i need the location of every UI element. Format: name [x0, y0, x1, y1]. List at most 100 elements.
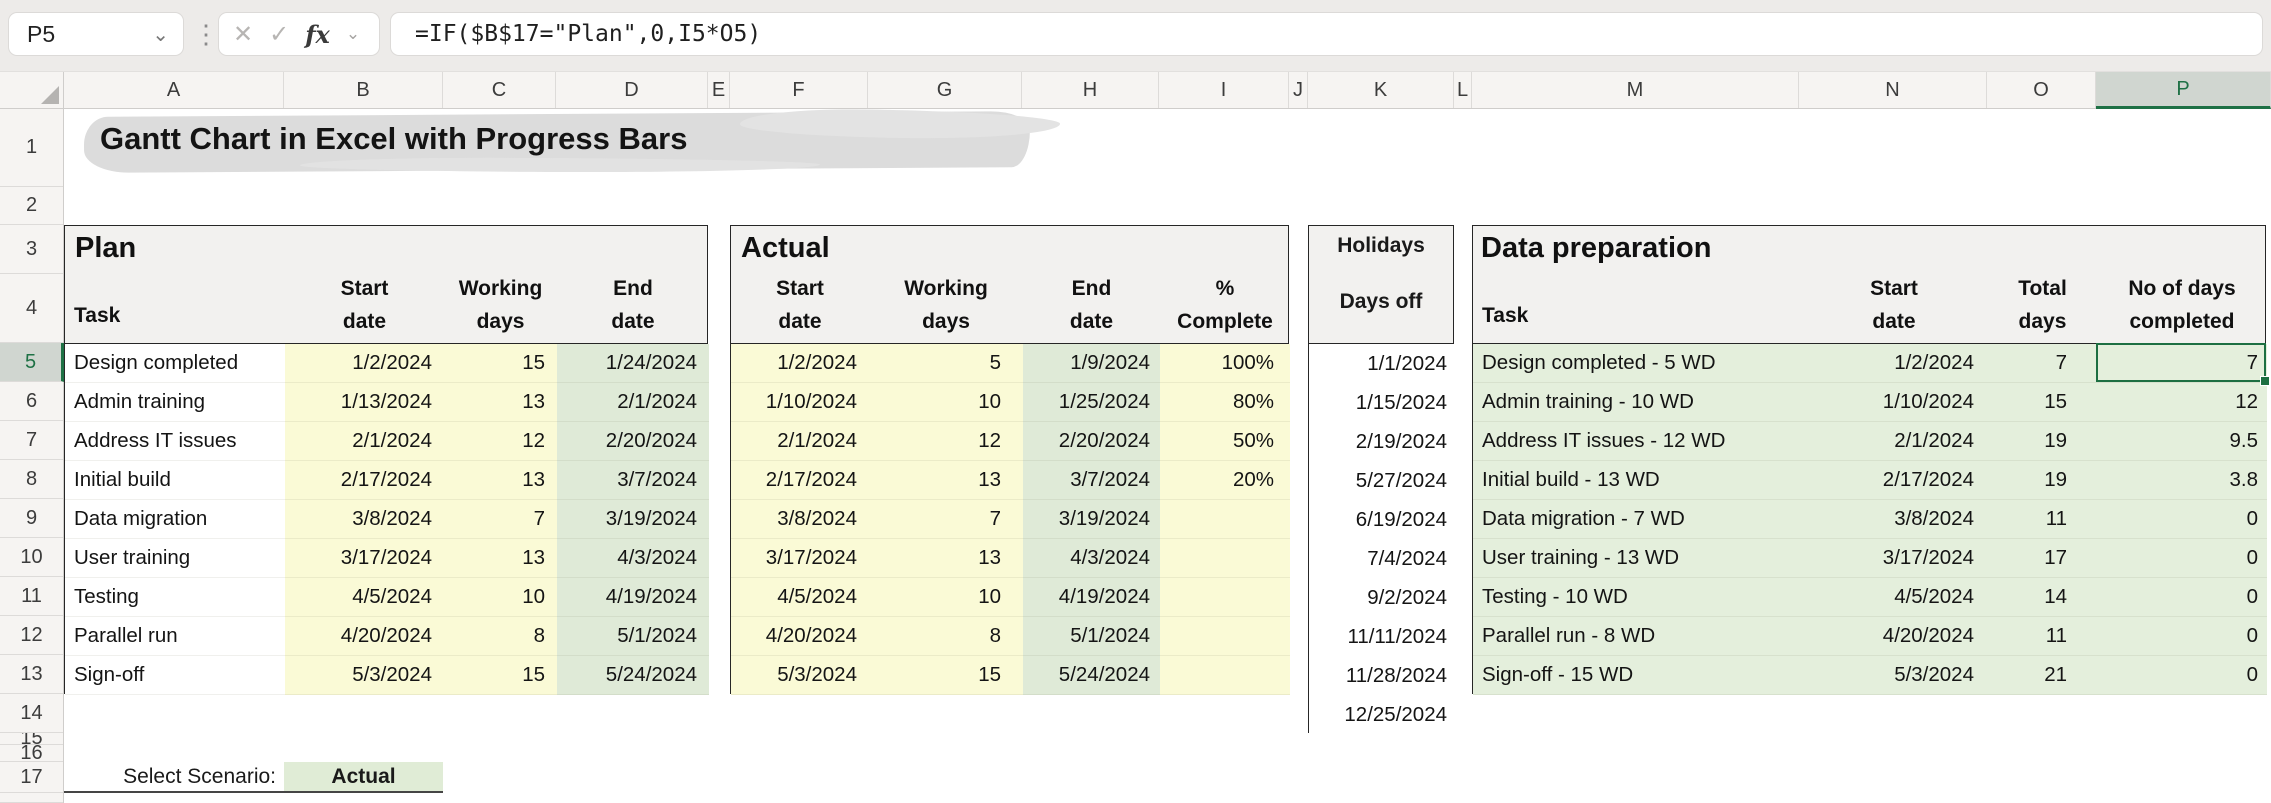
fill-handle[interactable]	[2260, 376, 2270, 386]
column-header-o[interactable]: O	[1987, 72, 2096, 108]
plan-cell-days[interactable]: 12	[444, 422, 557, 461]
plan-cell-start[interactable]: 2/1/2024	[285, 422, 444, 461]
data-preparation-title[interactable]: Data preparation	[1481, 232, 1711, 265]
plan-cell-days[interactable]: 7	[444, 500, 557, 539]
prep-cell-completed[interactable]: 0	[2097, 500, 2267, 539]
actual-cell-end[interactable]: 1/25/2024	[1023, 383, 1160, 422]
plan-cell-start[interactable]: 4/20/2024	[285, 617, 444, 656]
prep-header-start[interactable]: Start date	[1800, 270, 1988, 340]
plan-cell-days[interactable]: 15	[444, 656, 557, 695]
row-header-2[interactable]: 2	[0, 187, 63, 225]
row-header-6[interactable]: 6	[0, 382, 63, 421]
actual-header-end[interactable]: End date	[1023, 270, 1160, 340]
actual-cell-days[interactable]: 8	[869, 617, 1023, 656]
plan-cell-days[interactable]: 8	[444, 617, 557, 656]
plan-cell-end[interactable]: 1/24/2024	[557, 344, 709, 383]
actual-cell-days[interactable]: 10	[869, 383, 1023, 422]
name-box-chevron-icon[interactable]: ⌄	[152, 22, 169, 47]
prep-cell-total[interactable]: 19	[1988, 461, 2097, 500]
prep-header-total[interactable]: Total days	[1988, 270, 2097, 340]
actual-cell-start[interactable]: 1/2/2024	[731, 344, 869, 383]
plan-cell-task[interactable]: Address IT issues	[65, 422, 285, 461]
row-header-12[interactable]: 12	[0, 616, 63, 655]
row-header-17[interactable]: 17	[0, 762, 63, 793]
prep-cell-start[interactable]: 2/17/2024	[1800, 461, 1988, 500]
prep-cell-start[interactable]: 4/20/2024	[1800, 617, 1988, 656]
actual-cell-end[interactable]: 4/3/2024	[1023, 539, 1160, 578]
plan-cell-start[interactable]: 2/17/2024	[285, 461, 444, 500]
prep-cell-total[interactable]: 11	[1988, 500, 2097, 539]
prep-cell-task[interactable]: User training - 13 WD	[1473, 539, 1800, 578]
actual-title[interactable]: Actual	[741, 232, 830, 265]
plan-cell-start[interactable]: 1/2/2024	[285, 344, 444, 383]
prep-header-task[interactable]: Task	[1473, 266, 1800, 342]
row-header-4[interactable]: 4	[0, 274, 63, 343]
column-header-j[interactable]: J	[1289, 72, 1308, 108]
row-header-clipped[interactable]	[0, 793, 63, 803]
actual-cell-start[interactable]: 3/8/2024	[731, 500, 869, 539]
holidays-title[interactable]: Holidays	[1309, 234, 1453, 258]
insert-function-icon[interactable]: fx	[305, 20, 330, 49]
prep-cell-total[interactable]: 17	[1988, 539, 2097, 578]
column-header-h[interactable]: H	[1022, 72, 1159, 108]
plan-cell-end[interactable]: 5/24/2024	[557, 656, 709, 695]
prep-header-completed[interactable]: No of days completed	[2097, 270, 2267, 340]
plan-cell-end[interactable]: 2/20/2024	[557, 422, 709, 461]
holidays-cell-date[interactable]: 5/27/2024	[1309, 461, 1455, 500]
column-header-g[interactable]: G	[868, 72, 1022, 108]
actual-cell-complete[interactable]: 80%	[1160, 383, 1290, 422]
row-header-10[interactable]: 10	[0, 538, 63, 577]
column-header-k[interactable]: K	[1308, 72, 1454, 108]
plan-cell-end[interactable]: 3/19/2024	[557, 500, 709, 539]
row-header-7[interactable]: 7	[0, 421, 63, 460]
plan-cell-start[interactable]: 3/8/2024	[285, 500, 444, 539]
prep-cell-total[interactable]: 14	[1988, 578, 2097, 617]
column-header-l[interactable]: L	[1454, 72, 1472, 108]
actual-cell-start[interactable]: 4/20/2024	[731, 617, 869, 656]
prep-cell-start[interactable]: 1/10/2024	[1800, 383, 1988, 422]
plan-cell-days[interactable]: 13	[444, 383, 557, 422]
enter-icon[interactable]: ✓	[269, 20, 289, 49]
prep-cell-task[interactable]: Testing - 10 WD	[1473, 578, 1800, 617]
prep-cell-total[interactable]: 7	[1988, 344, 2097, 383]
actual-cell-start[interactable]: 2/17/2024	[731, 461, 869, 500]
prep-cell-task[interactable]: Initial build - 13 WD	[1473, 461, 1800, 500]
actual-cell-start[interactable]: 4/5/2024	[731, 578, 869, 617]
plan-cell-task[interactable]: User training	[65, 539, 285, 578]
select-scenario-value-cell[interactable]: Actual	[284, 762, 443, 793]
row-header-16[interactable]: 16	[0, 745, 63, 762]
prep-cell-task[interactable]: Admin training - 10 WD	[1473, 383, 1800, 422]
prep-cell-start[interactable]: 5/3/2024	[1800, 656, 1988, 695]
actual-cell-start[interactable]: 5/3/2024	[731, 656, 869, 695]
plan-cell-task[interactable]: Initial build	[65, 461, 285, 500]
actual-cell-days[interactable]: 5	[869, 344, 1023, 383]
plan-title[interactable]: Plan	[75, 232, 136, 265]
holidays-cell-date[interactable]: 1/15/2024	[1309, 383, 1455, 422]
column-header-c[interactable]: C	[443, 72, 556, 108]
row-header-9[interactable]: 9	[0, 499, 63, 538]
column-header-n[interactable]: N	[1799, 72, 1987, 108]
plan-cell-task[interactable]: Data migration	[65, 500, 285, 539]
plan-cell-end[interactable]: 2/1/2024	[557, 383, 709, 422]
holidays-cell-date[interactable]: 11/11/2024	[1309, 617, 1455, 656]
plan-cell-end[interactable]: 4/3/2024	[557, 539, 709, 578]
select-scenario-label-cell[interactable]: Select Scenario:	[64, 762, 284, 793]
actual-cell-complete[interactable]: 20%	[1160, 461, 1290, 500]
prep-cell-total[interactable]: 11	[1988, 617, 2097, 656]
actual-cell-start[interactable]: 1/10/2024	[731, 383, 869, 422]
prep-cell-task[interactable]: Parallel run - 8 WD	[1473, 617, 1800, 656]
actual-cell-end[interactable]: 5/1/2024	[1023, 617, 1160, 656]
column-header-p[interactable]: P	[2096, 72, 2271, 109]
column-header-i[interactable]: I	[1159, 72, 1289, 108]
prep-cell-total[interactable]: 15	[1988, 383, 2097, 422]
prep-cell-completed[interactable]: 9.5	[2097, 422, 2267, 461]
prep-cell-start[interactable]: 1/2/2024	[1800, 344, 1988, 383]
actual-header-start[interactable]: Start date	[731, 270, 869, 340]
actual-cell-days[interactable]: 12	[869, 422, 1023, 461]
select-all-corner[interactable]	[0, 72, 64, 109]
holidays-cell-date[interactable]: 2/19/2024	[1309, 422, 1455, 461]
column-header-a[interactable]: A	[64, 72, 284, 108]
row-header-15[interactable]: 15	[0, 733, 63, 745]
row-header-8[interactable]: 8	[0, 460, 63, 499]
actual-cell-end[interactable]: 3/7/2024	[1023, 461, 1160, 500]
